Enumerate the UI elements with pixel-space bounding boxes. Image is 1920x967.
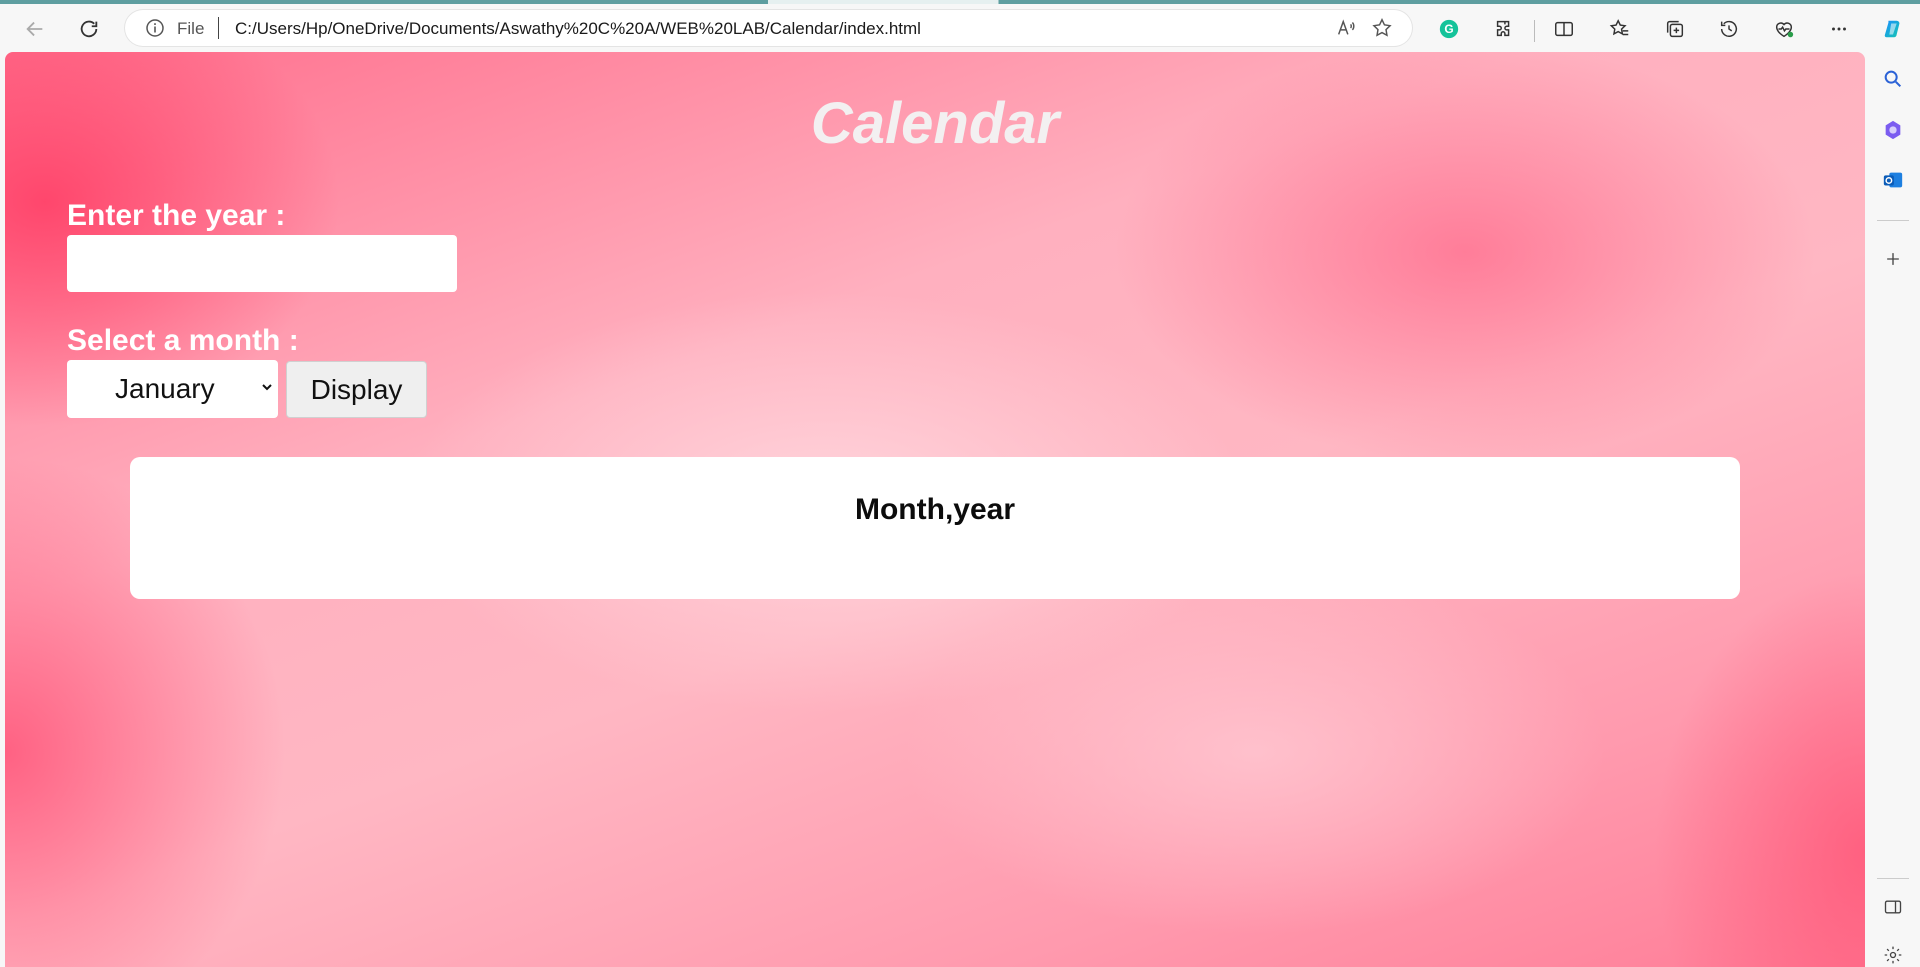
- more-icon[interactable]: [1827, 17, 1851, 41]
- year-input[interactable]: [67, 235, 457, 292]
- grammarly-icon[interactable]: G: [1437, 17, 1461, 41]
- address-scheme: File: [177, 19, 205, 38]
- year-label: Enter the year :: [67, 199, 286, 232]
- calendar-panel: Month,year: [130, 457, 1740, 599]
- browser-sidebar: [1866, 52, 1920, 967]
- svg-text:G: G: [1444, 22, 1453, 36]
- read-aloud-icon[interactable]: [1335, 17, 1357, 39]
- address-separator: [218, 17, 219, 39]
- collections-icon[interactable]: [1663, 17, 1687, 41]
- outlook-icon[interactable]: [1881, 168, 1905, 192]
- month-select-value: January: [115, 373, 215, 404]
- favorite-star-icon[interactable]: [1371, 17, 1393, 39]
- address-bar[interactable]: File C:/Users/Hp/OneDrive/Documents/Aswa…: [125, 10, 1412, 46]
- page-title: Calendar: [810, 91, 1060, 156]
- browser-essentials-icon[interactable]: [1772, 17, 1796, 41]
- copilot-icon[interactable]: [1881, 17, 1905, 41]
- chevron-down-icon: [262, 384, 272, 391]
- info-icon[interactable]: [145, 18, 165, 38]
- sidebar-toggle-icon[interactable]: [1881, 895, 1905, 919]
- add-icon[interactable]: [1881, 247, 1905, 271]
- calendar-heading: Month,year: [854, 493, 1016, 526]
- copilot-app-icon[interactable]: [1881, 118, 1905, 142]
- refresh-icon[interactable]: [74, 14, 104, 44]
- page-viewport: Calendar Enter the year : Select a month…: [5, 52, 1865, 967]
- sidebar-divider: [1877, 220, 1909, 221]
- history-icon[interactable]: [1717, 17, 1741, 41]
- toolbar-divider: [1534, 20, 1535, 42]
- favorites-icon[interactable]: [1608, 17, 1632, 41]
- extensions-icon[interactable]: [1492, 17, 1516, 41]
- browser-toolbar: File C:/Users/Hp/OneDrive/Documents/Aswa…: [0, 4, 1920, 52]
- back-icon[interactable]: [20, 14, 50, 44]
- month-select[interactable]: January: [67, 360, 278, 418]
- settings-icon[interactable]: [1881, 943, 1905, 967]
- month-label: Select a month :: [67, 324, 299, 357]
- display-button[interactable]: Display: [286, 361, 427, 418]
- sidebar-divider-bottom: [1877, 878, 1909, 879]
- split-screen-icon[interactable]: [1552, 17, 1576, 41]
- search-icon[interactable]: [1881, 67, 1905, 91]
- url-text[interactable]: C:/Users/Hp/OneDrive/Documents/Aswathy%2…: [235, 19, 921, 39]
